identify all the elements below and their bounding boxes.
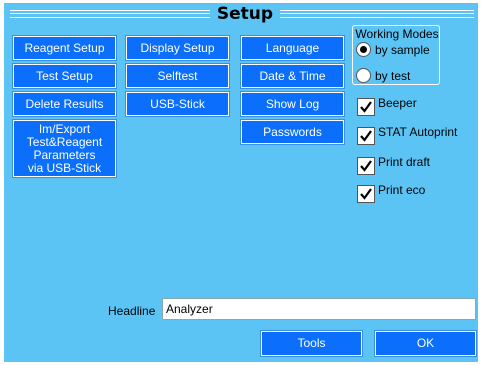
tools-button[interactable]: Tools	[260, 330, 363, 357]
radio-selected-icon[interactable]	[356, 42, 371, 57]
title-decoration-left	[10, 10, 210, 18]
show-log-button[interactable]: Show Log	[240, 91, 345, 117]
beeper-checkbox-row[interactable]: Beeper	[357, 96, 417, 116]
radio-unselected-icon[interactable]	[356, 68, 371, 83]
setup-screen: Setup Reagent Setup Test Setup Delete Re…	[4, 3, 478, 362]
stat-autoprint-checkbox-row[interactable]: STAT Autoprint	[357, 125, 457, 145]
passwords-button[interactable]: Passwords	[240, 119, 345, 145]
stat-autoprint-label: STAT Autoprint	[378, 125, 458, 139]
radio-by-test[interactable]: by test	[356, 68, 410, 83]
print-eco-checkbox-row[interactable]: Print eco	[357, 183, 425, 203]
title-decoration-right	[280, 10, 474, 18]
radio-by-sample[interactable]: by sample	[356, 42, 430, 57]
beeper-label: Beeper	[378, 96, 417, 110]
display-setup-button[interactable]: Display Setup	[125, 35, 230, 61]
headline-input[interactable]	[162, 298, 476, 320]
reagent-setup-button[interactable]: Reagent Setup	[12, 35, 117, 61]
headline-label: Headline	[108, 304, 156, 318]
checkmark-icon[interactable]	[357, 157, 375, 175]
language-button[interactable]: Language	[240, 35, 345, 61]
im-export-usb-button[interactable]: Im/Export Test&Reagent Parameters via US…	[12, 119, 117, 178]
test-setup-button[interactable]: Test Setup	[12, 63, 117, 89]
radio-by-test-label: by test	[375, 68, 411, 83]
working-modes-group: Working Modes by sample by test	[352, 25, 440, 85]
print-draft-label: Print draft	[378, 155, 431, 169]
radio-by-sample-label: by sample	[375, 42, 430, 57]
print-eco-label: Print eco	[378, 183, 426, 197]
checkmark-icon[interactable]	[357, 185, 375, 203]
checkmark-icon[interactable]	[357, 98, 375, 116]
selftest-button[interactable]: Selftest	[125, 63, 230, 89]
print-draft-checkbox-row[interactable]: Print draft	[357, 155, 430, 175]
working-modes-label: Working Modes	[355, 27, 439, 41]
date-time-button[interactable]: Date & Time	[240, 63, 345, 89]
page-title: Setup	[216, 4, 274, 24]
delete-results-button[interactable]: Delete Results	[12, 91, 117, 117]
checkmark-icon[interactable]	[357, 127, 375, 145]
usb-stick-button[interactable]: USB-Stick	[125, 91, 230, 117]
ok-button[interactable]: OK	[374, 330, 477, 357]
